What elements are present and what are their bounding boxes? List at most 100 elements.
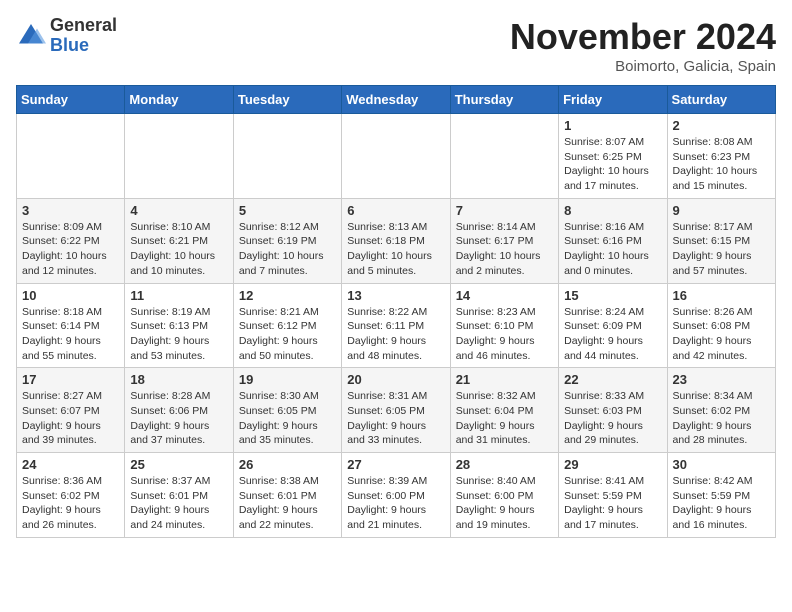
day-info: Sunrise: 8:17 AMSunset: 6:15 PMDaylight:… bbox=[673, 220, 770, 279]
logo: General Blue bbox=[16, 16, 117, 56]
day-number: 23 bbox=[673, 372, 770, 387]
week-row-1: 1Sunrise: 8:07 AMSunset: 6:25 PMDaylight… bbox=[17, 114, 776, 199]
month-title: November 2024 bbox=[510, 16, 776, 58]
location: Boimorto, Galicia, Spain bbox=[510, 58, 776, 75]
logo-blue-text: Blue bbox=[50, 35, 89, 55]
day-cell: 19Sunrise: 8:30 AMSunset: 6:05 PMDayligh… bbox=[233, 368, 341, 453]
day-info: Sunrise: 8:19 AMSunset: 6:13 PMDaylight:… bbox=[130, 305, 227, 364]
week-row-4: 17 Sunrise: 8:27 AMSunset: 6:07 PMDayligh… bbox=[17, 368, 776, 453]
day-number: 6 bbox=[347, 203, 444, 218]
day-number: 10 bbox=[22, 288, 119, 303]
day-number: 9 bbox=[673, 203, 770, 218]
day-cell: 15 Sunrise: 8:24 AMSunset: 6:09 PMDayligh… bbox=[559, 283, 667, 368]
day-cell bbox=[342, 114, 450, 199]
day-number: 14 bbox=[456, 288, 553, 303]
day-number: 5 bbox=[239, 203, 336, 218]
day-cell bbox=[125, 114, 233, 199]
day-cell: 7 Sunrise: 8:14 AMSunset: 6:17 PMDaylight… bbox=[450, 198, 558, 283]
day-info: Sunrise: 8:13 AMSunset: 6:18 PMDaylight:… bbox=[347, 220, 444, 279]
day-cell: 21Sunrise: 8:32 AMSunset: 6:04 PMDayligh… bbox=[450, 368, 558, 453]
day-info: Sunrise: 8:14 AMSunset: 6:17 PMDaylight:… bbox=[456, 220, 553, 279]
day-info: Sunrise: 8:22 AMSunset: 6:11 PMDaylight:… bbox=[347, 305, 444, 364]
weekday-header-wednesday: Wednesday bbox=[342, 86, 450, 114]
day-number: 8 bbox=[564, 203, 661, 218]
day-info: Sunrise: 8:39 AMSunset: 6:00 PMDaylight:… bbox=[347, 474, 444, 533]
day-cell: 10 Sunrise: 8:18 AMSunset: 6:14 PMDayligh… bbox=[17, 283, 125, 368]
day-number: 26 bbox=[239, 457, 336, 472]
day-number: 22 bbox=[564, 372, 661, 387]
day-cell: 4Sunrise: 8:10 AMSunset: 6:21 PMDaylight… bbox=[125, 198, 233, 283]
weekday-header-thursday: Thursday bbox=[450, 86, 558, 114]
day-cell: 18Sunrise: 8:28 AMSunset: 6:06 PMDayligh… bbox=[125, 368, 233, 453]
day-cell: 2 Sunrise: 8:08 AMSunset: 6:23 PMDaylight… bbox=[667, 114, 775, 199]
day-number: 17 bbox=[22, 372, 119, 387]
weekday-header-sunday: Sunday bbox=[17, 86, 125, 114]
day-cell: 13Sunrise: 8:22 AMSunset: 6:11 PMDayligh… bbox=[342, 283, 450, 368]
day-info: Sunrise: 8:27 AMSunset: 6:07 PMDaylight:… bbox=[22, 389, 119, 448]
day-info: Sunrise: 8:33 AMSunset: 6:03 PMDaylight:… bbox=[564, 389, 661, 448]
day-info: Sunrise: 8:08 AMSunset: 6:23 PMDaylight:… bbox=[673, 135, 770, 194]
day-number: 28 bbox=[456, 457, 553, 472]
day-number: 30 bbox=[673, 457, 770, 472]
day-cell: 1Sunrise: 8:07 AMSunset: 6:25 PMDaylight… bbox=[559, 114, 667, 199]
day-info: Sunrise: 8:31 AMSunset: 6:05 PMDaylight:… bbox=[347, 389, 444, 448]
day-cell: 26 Sunrise: 8:38 AMSunset: 6:01 PMDayligh… bbox=[233, 453, 341, 538]
day-cell: 30 Sunrise: 8:42 AMSunset: 5:59 PMDayligh… bbox=[667, 453, 775, 538]
calendar-table: SundayMondayTuesdayWednesdayThursdayFrid… bbox=[16, 85, 776, 538]
day-cell: 12 Sunrise: 8:21 AMSunset: 6:12 PMDayligh… bbox=[233, 283, 341, 368]
day-number: 12 bbox=[239, 288, 336, 303]
day-cell: 16 Sunrise: 8:26 AMSunset: 6:08 PMDayligh… bbox=[667, 283, 775, 368]
day-number: 11 bbox=[130, 288, 227, 303]
day-cell: 27 Sunrise: 8:39 AMSunset: 6:00 PMDayligh… bbox=[342, 453, 450, 538]
day-cell: 6 Sunrise: 8:13 AMSunset: 6:18 PMDaylight… bbox=[342, 198, 450, 283]
day-cell bbox=[233, 114, 341, 199]
logo-icon bbox=[16, 21, 46, 51]
day-cell bbox=[450, 114, 558, 199]
day-number: 20 bbox=[347, 372, 444, 387]
day-cell: 14 Sunrise: 8:23 AMSunset: 6:10 PMDayligh… bbox=[450, 283, 558, 368]
day-number: 2 bbox=[673, 118, 770, 133]
weekday-header-row: SundayMondayTuesdayWednesdayThursdayFrid… bbox=[17, 86, 776, 114]
day-info: Sunrise: 8:37 AMSunset: 6:01 PMDaylight:… bbox=[130, 474, 227, 533]
day-info: Sunrise: 8:24 AMSunset: 6:09 PMDaylight:… bbox=[564, 305, 661, 364]
weekday-header-friday: Friday bbox=[559, 86, 667, 114]
day-cell: 9 Sunrise: 8:17 AMSunset: 6:15 PMDaylight… bbox=[667, 198, 775, 283]
day-info: Sunrise: 8:32 AMSunset: 6:04 PMDaylight:… bbox=[456, 389, 553, 448]
day-info: Sunrise: 8:36 AMSunset: 6:02 PMDaylight:… bbox=[22, 474, 119, 533]
day-number: 15 bbox=[564, 288, 661, 303]
day-info: Sunrise: 8:21 AMSunset: 6:12 PMDaylight:… bbox=[239, 305, 336, 364]
day-cell: 22 Sunrise: 8:33 AMSunset: 6:03 PMDayligh… bbox=[559, 368, 667, 453]
day-cell: 11 Sunrise: 8:19 AMSunset: 6:13 PMDayligh… bbox=[125, 283, 233, 368]
day-info: Sunrise: 8:41 AMSunset: 5:59 PMDaylight:… bbox=[564, 474, 661, 533]
day-info: Sunrise: 8:12 AMSunset: 6:19 PMDaylight:… bbox=[239, 220, 336, 279]
day-cell: 3 Sunrise: 8:09 AMSunset: 6:22 PMDaylight… bbox=[17, 198, 125, 283]
day-info: Sunrise: 8:10 AMSunset: 6:21 PMDaylight:… bbox=[130, 220, 227, 279]
day-cell: 17 Sunrise: 8:27 AMSunset: 6:07 PMDayligh… bbox=[17, 368, 125, 453]
day-number: 19 bbox=[239, 372, 336, 387]
day-number: 3 bbox=[22, 203, 119, 218]
day-info: Sunrise: 8:40 AMSunset: 6:00 PMDaylight:… bbox=[456, 474, 553, 533]
day-info: Sunrise: 8:26 AMSunset: 6:08 PMDaylight:… bbox=[673, 305, 770, 364]
day-number: 27 bbox=[347, 457, 444, 472]
day-number: 16 bbox=[673, 288, 770, 303]
weekday-header-tuesday: Tuesday bbox=[233, 86, 341, 114]
day-number: 7 bbox=[456, 203, 553, 218]
day-info: Sunrise: 8:18 AMSunset: 6:14 PMDaylight:… bbox=[22, 305, 119, 364]
day-info: Sunrise: 8:09 AMSunset: 6:22 PMDaylight:… bbox=[22, 220, 119, 279]
week-row-3: 10 Sunrise: 8:18 AMSunset: 6:14 PMDayligh… bbox=[17, 283, 776, 368]
week-row-2: 3 Sunrise: 8:09 AMSunset: 6:22 PMDaylight… bbox=[17, 198, 776, 283]
day-number: 24 bbox=[22, 457, 119, 472]
day-info: Sunrise: 8:34 AMSunset: 6:02 PMDaylight:… bbox=[673, 389, 770, 448]
day-info: Sunrise: 8:16 AMSunset: 6:16 PMDaylight:… bbox=[564, 220, 661, 279]
day-cell: 29Sunrise: 8:41 AMSunset: 5:59 PMDayligh… bbox=[559, 453, 667, 538]
day-number: 25 bbox=[130, 457, 227, 472]
day-cell: 20 Sunrise: 8:31 AMSunset: 6:05 PMDayligh… bbox=[342, 368, 450, 453]
day-cell: 8 Sunrise: 8:16 AMSunset: 6:16 PMDaylight… bbox=[559, 198, 667, 283]
weekday-header-saturday: Saturday bbox=[667, 86, 775, 114]
day-cell: 28 Sunrise: 8:40 AMSunset: 6:00 PMDayligh… bbox=[450, 453, 558, 538]
day-cell: 25 Sunrise: 8:37 AMSunset: 6:01 PMDayligh… bbox=[125, 453, 233, 538]
day-info: Sunrise: 8:38 AMSunset: 6:01 PMDaylight:… bbox=[239, 474, 336, 533]
day-info: Sunrise: 8:42 AMSunset: 5:59 PMDaylight:… bbox=[673, 474, 770, 533]
week-row-5: 24 Sunrise: 8:36 AMSunset: 6:02 PMDayligh… bbox=[17, 453, 776, 538]
day-info: Sunrise: 8:23 AMSunset: 6:10 PMDaylight:… bbox=[456, 305, 553, 364]
